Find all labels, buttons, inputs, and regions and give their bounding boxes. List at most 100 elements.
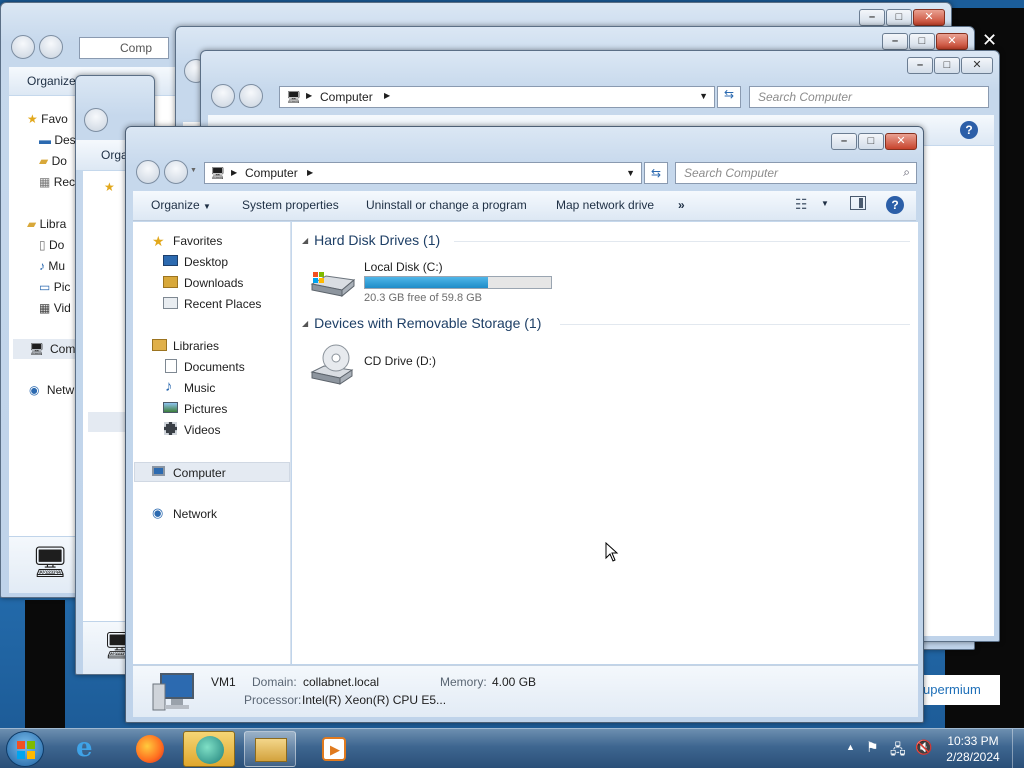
address-bar[interactable]: 🖥 ▶ Computer ▶ ▼	[279, 86, 715, 108]
minimize-button[interactable]: –	[831, 133, 857, 150]
nav-recent-places[interactable]: Recent Places	[133, 294, 289, 314]
nav-computer: Com	[50, 342, 76, 356]
media-player-taskbar-button[interactable]: ▶	[308, 731, 360, 767]
view-options-icon[interactable]: ☷	[795, 196, 808, 213]
nav-documents[interactable]: Documents	[133, 357, 289, 377]
organize-button[interactable]: Organize ▼	[151, 198, 211, 212]
address-bar[interactable]: 🖥 ▶ Computer ▶ ▼	[204, 162, 642, 184]
maximize-button[interactable]: □	[886, 9, 912, 26]
network-tray-icon[interactable]: 🖧	[890, 739, 906, 763]
nav-documents[interactable]: Do	[49, 238, 64, 252]
address-bar[interactable]: Comp	[79, 37, 169, 59]
address-text: Comp	[120, 41, 153, 55]
nav-recent[interactable]: Rec	[54, 175, 75, 189]
system-properties-button[interactable]: System properties	[242, 198, 339, 212]
minimize-button[interactable]: –	[859, 9, 885, 26]
nav-favorites[interactable]: ★ Favorites	[133, 231, 289, 251]
nav-libraries[interactable]: Libraries	[133, 336, 289, 356]
nav-libraries-label: Libraries	[173, 339, 220, 353]
preview-pane-icon[interactable]	[850, 196, 866, 210]
maximize-button[interactable]: □	[909, 33, 935, 50]
drive-c-usage-fill	[365, 277, 488, 288]
nav-videos[interactable]: Vid	[54, 301, 71, 315]
help-icon[interactable]: ?	[960, 121, 978, 139]
domain-label: Domain:	[252, 675, 297, 689]
more-commands-button[interactable]: »	[678, 198, 685, 212]
drive-item-c[interactable]: Local Disk (C:) 20.3 GB free of 59.8 GB	[302, 258, 572, 306]
notification-text: upermium	[923, 682, 981, 697]
search-input[interactable]: Search Computer	[749, 86, 989, 108]
minimize-button[interactable]: –	[882, 33, 908, 50]
organize-button[interactable]: Orga	[101, 148, 128, 162]
computer-large-icon: 🖥	[31, 546, 70, 579]
close-button[interactable]: ✕	[885, 133, 917, 150]
forward-button[interactable]	[39, 35, 63, 59]
computer-icon	[152, 466, 165, 476]
nav-pictures[interactable]: Pic	[54, 280, 71, 294]
drive-item-d[interactable]: CD Drive (D:)	[302, 340, 502, 390]
nav-favorites[interactable]: Favo	[41, 112, 68, 126]
forward-button[interactable]	[239, 84, 263, 108]
explorer-taskbar-button[interactable]	[244, 731, 296, 767]
document-icon	[165, 359, 177, 373]
app-icon	[196, 736, 224, 764]
nav-videos[interactable]: Videos	[133, 420, 289, 440]
group-header-hard-disk[interactable]: ◢ Hard Disk Drives (1)	[302, 232, 440, 248]
nav-network[interactable]: ◉ Network	[133, 504, 289, 524]
group-header-removable[interactable]: ◢ Devices with Removable Storage (1)	[302, 315, 541, 331]
nav-downloads[interactable]: Do	[52, 154, 67, 168]
recent-pages-chevron-icon[interactable]: ▼	[190, 167, 197, 174]
help-icon[interactable]: ?	[886, 196, 904, 214]
backdrop-close-icon[interactable]: ✕	[982, 30, 997, 51]
close-button[interactable]: ✕	[913, 9, 945, 26]
nav-pictures[interactable]: Pictures	[133, 399, 289, 419]
breadcrumb-arrow-icon[interactable]: ▶	[231, 168, 237, 177]
show-hidden-icons-icon[interactable]: ▲	[846, 742, 855, 752]
refresh-button[interactable]: ⇆	[644, 162, 668, 184]
back-button[interactable]	[211, 84, 235, 108]
explorer-window-computer[interactable]: – □ ✕ ▼ 🖥 ▶ Computer ▶ ▼ ⇆ Search Comput…	[125, 126, 924, 723]
maximize-button[interactable]: □	[934, 57, 960, 74]
nav-documents-label: Documents	[184, 360, 245, 374]
nav-desktop[interactable]: Des	[54, 133, 75, 147]
internet-explorer-taskbar-button[interactable]: e	[64, 731, 116, 767]
map-network-drive-button[interactable]: Map network drive	[556, 198, 654, 212]
nav-network-row[interactable]: ◉ Netw	[29, 383, 74, 397]
chevron-down-icon[interactable]: ▼	[821, 199, 829, 208]
nav-music[interactable]: Mu	[48, 259, 65, 273]
chevron-down-icon[interactable]: ▼	[626, 168, 635, 178]
nav-computer[interactable]: Computer	[134, 462, 290, 482]
firefox-taskbar-button[interactable]	[124, 731, 176, 767]
show-desktop-button[interactable]	[1012, 729, 1024, 768]
uninstall-program-button[interactable]: Uninstall or change a program	[366, 198, 527, 212]
start-button[interactable]	[6, 731, 44, 767]
maximize-button[interactable]: □	[858, 133, 884, 150]
refresh-button[interactable]: ⇆	[717, 86, 741, 108]
breadcrumb-arrow-icon[interactable]: ▶	[307, 168, 313, 177]
action-center-flag-icon[interactable]: ⚑	[866, 739, 879, 756]
star-icon: ★	[27, 112, 38, 126]
breadcrumb-computer[interactable]: Computer	[245, 166, 298, 180]
content-pane: ◢ Hard Disk Drives (1) Local Disk (C:) 20…	[292, 222, 918, 664]
volume-muted-icon[interactable]: 🔇	[915, 739, 932, 756]
network-icon: ◉	[152, 505, 164, 520]
group-header-hard-disk-label: Hard Disk Drives (1)	[314, 232, 441, 248]
close-button[interactable]: ✕	[961, 57, 993, 74]
organize-button[interactable]: Organize	[27, 74, 76, 88]
app-taskbar-button-active[interactable]	[183, 731, 235, 767]
minimize-button[interactable]: –	[907, 57, 933, 74]
clock[interactable]: 10:33 PM 2/28/2024	[940, 733, 1006, 765]
back-button[interactable]	[84, 108, 108, 132]
back-button[interactable]	[136, 160, 160, 184]
chevron-down-icon[interactable]: ▼	[699, 91, 708, 101]
search-input[interactable]: Search Computer ⌕	[675, 162, 917, 184]
forward-button[interactable]	[164, 160, 188, 184]
nav-music[interactable]: ♪ Music	[133, 378, 289, 398]
nav-libraries[interactable]: Libra	[40, 217, 67, 231]
close-button[interactable]: ✕	[936, 33, 968, 50]
search-icon[interactable]: ⌕	[903, 165, 910, 180]
back-button[interactable]	[11, 35, 35, 59]
nav-desktop[interactable]: Desktop	[133, 252, 289, 272]
nav-computer-label: Computer	[173, 466, 226, 480]
nav-downloads[interactable]: Downloads	[133, 273, 289, 293]
